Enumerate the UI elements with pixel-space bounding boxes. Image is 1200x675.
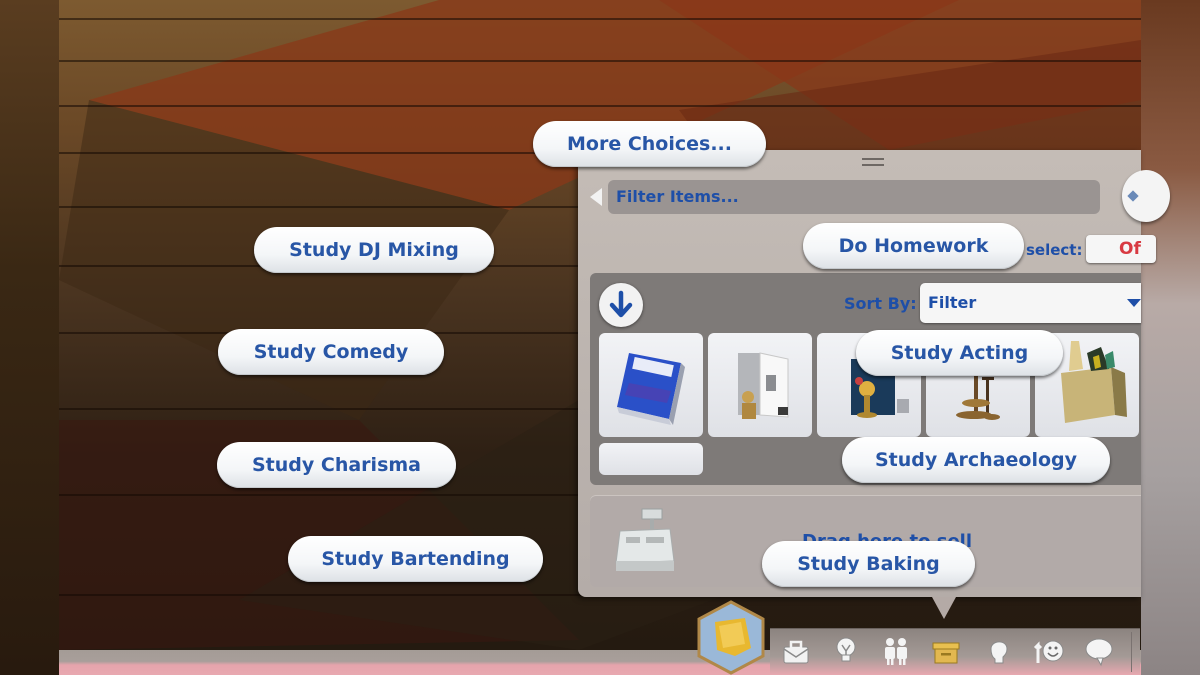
- toolbar-aspiration-button[interactable]: [829, 634, 863, 668]
- toolbar-divider: [1131, 632, 1132, 672]
- blank-item-icon: [599, 443, 703, 475]
- pie-option-study-comedy[interactable]: Study Comedy: [218, 329, 444, 375]
- social-speech-bubble-icon: [1085, 638, 1113, 667]
- gem-icon: [1127, 190, 1139, 202]
- sort-by-value: Filter: [928, 293, 977, 312]
- sort-by-label: Sort By:: [844, 294, 917, 313]
- pie-option-study-bartending[interactable]: Study Bartending: [288, 536, 543, 582]
- chevron-down-icon: [1127, 299, 1141, 307]
- relationships-icon: [885, 638, 907, 665]
- career-briefcase-icon: [783, 640, 809, 664]
- sim-emotion-badge[interactable]: [697, 600, 765, 675]
- pie-option-study-acting[interactable]: Study Acting: [856, 330, 1063, 376]
- pie-option-study-charisma[interactable]: Study Charisma: [217, 442, 456, 488]
- pie-option-do-homework[interactable]: Do Homework: [803, 223, 1024, 269]
- autoselect-toggle[interactable]: Of: [1086, 235, 1156, 263]
- toolbar-career-button[interactable]: [779, 634, 813, 668]
- skills-emotion-icon: [1033, 640, 1064, 663]
- sort-direction-button[interactable]: [599, 283, 643, 327]
- sort-by-dropdown[interactable]: Filter: [920, 283, 1141, 323]
- pie-option-study-dj-mixing[interactable]: Study DJ Mixing: [254, 227, 494, 273]
- down-arrow-icon: [609, 290, 633, 318]
- toolbar-relationships-button[interactable]: [879, 634, 913, 668]
- cash-register-icon: [615, 508, 675, 571]
- inventory-item[interactable]: [708, 333, 812, 437]
- collapse-arrow-icon[interactable]: [590, 188, 602, 206]
- book-icon: [617, 353, 685, 425]
- panel-drag-handle[interactable]: [862, 158, 884, 166]
- right-letterbox: [1141, 0, 1200, 675]
- inventory-panel: Filter Items... select: Of Sort By: Filt…: [578, 150, 1170, 597]
- toolbar-social-button[interactable]: [1082, 634, 1116, 668]
- inventory-box-icon: [932, 642, 960, 664]
- pie-option-study-baking[interactable]: Study Baking: [762, 541, 975, 587]
- toolbar-needs-button[interactable]: [982, 634, 1016, 668]
- toolbar-skills-button[interactable]: [1032, 634, 1066, 668]
- needs-head-icon: [990, 641, 1008, 664]
- inventory-item[interactable]: [599, 443, 703, 475]
- floor-plank: [59, 60, 1141, 62]
- floor-plank: [59, 18, 1141, 20]
- pie-option-study-archaeology[interactable]: Study Archaeology: [842, 437, 1110, 483]
- toolbar-inventory-button[interactable]: [929, 634, 963, 668]
- autoselect-label: select:: [1026, 241, 1083, 259]
- filter-items-input[interactable]: Filter Items...: [608, 180, 1100, 214]
- more-choices-button[interactable]: More Choices...: [533, 121, 766, 167]
- panel-pointer: [932, 597, 956, 619]
- inventory-item[interactable]: [599, 333, 703, 437]
- floor-plank: [59, 105, 1141, 107]
- left-letterbox: [0, 0, 59, 675]
- filter-options-button[interactable]: [1122, 170, 1170, 222]
- easel-microscope-icon: [738, 352, 789, 419]
- aspiration-lightbulb-icon: [836, 637, 856, 662]
